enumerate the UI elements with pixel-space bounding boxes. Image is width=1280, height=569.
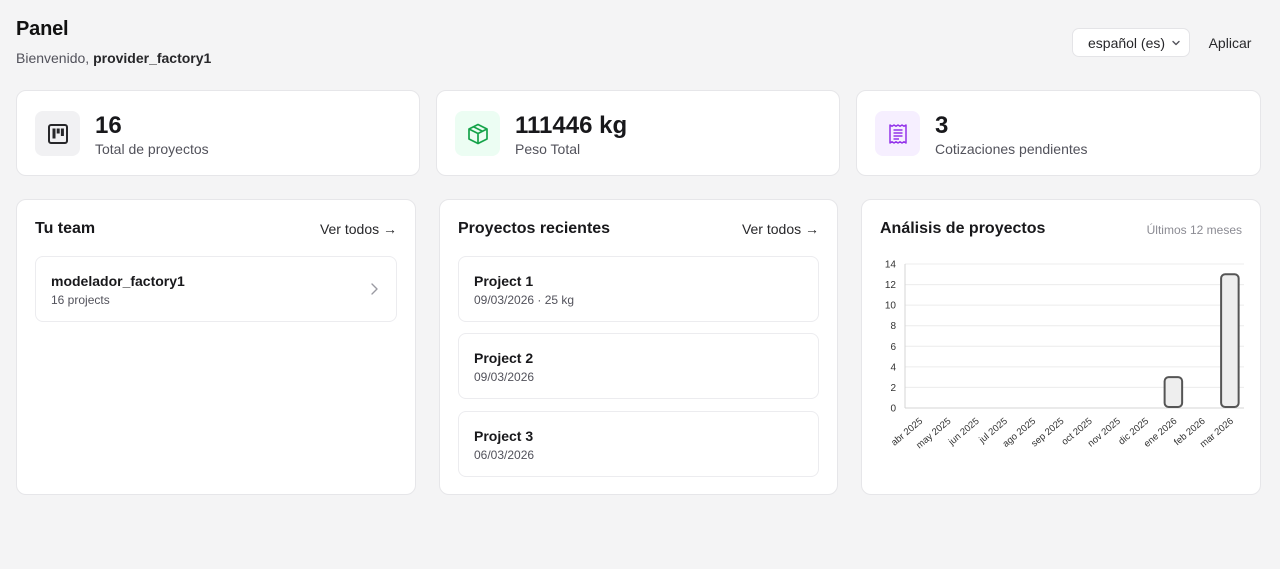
welcome-prefix: Bienvenido, (16, 50, 94, 66)
stat-value: 3 (935, 112, 949, 139)
recent-projects-card: Proyectos recientes Ver todos → Project … (439, 199, 838, 495)
y-tick-label: 0 (890, 404, 896, 415)
y-tick-label: 8 (890, 321, 896, 332)
stat-value: 16 (95, 112, 122, 139)
view-all-projects-link[interactable]: Ver todos → (742, 221, 819, 237)
project-name: Project 3 (474, 428, 534, 444)
page-header: Panel Bienvenido, provider_factory1 (16, 18, 211, 66)
card-title: Tu team (35, 220, 96, 237)
project-meta: 09/03/2026 (474, 370, 535, 384)
y-tick-label: 6 (890, 342, 896, 353)
projects-bar-chart: 02468101214abr 2025may 2025jun 2025jul 2… (885, 260, 1244, 451)
y-tick-label: 10 (885, 301, 897, 312)
stat-card-weight: 111446 kg Peso Total (436, 90, 840, 176)
member-name: modelador_factory1 (51, 273, 185, 289)
stat-card-projects: 16 Total de proyectos (16, 90, 420, 176)
x-tick-label: jun 2025 (946, 416, 982, 449)
member-projects: 16 projects (51, 293, 110, 307)
chevron-right-icon (371, 283, 378, 295)
y-tick-label: 12 (885, 280, 897, 291)
project-meta: 06/03/2026 (474, 448, 535, 462)
board-icon (47, 123, 68, 144)
box-icon (467, 123, 488, 144)
stat-value: 111446 kg (515, 112, 628, 139)
team-member-row[interactable]: modelador_factory1 16 projects (35, 256, 397, 322)
welcome-text: Bienvenido, provider_factory1 (16, 50, 211, 66)
project-row[interactable]: Project 2 09/03/2026 (458, 333, 819, 399)
username: provider_factory1 (93, 50, 212, 66)
stat-label: Total de proyectos (95, 141, 209, 157)
y-tick-label: 2 (890, 383, 896, 394)
chart-bar (1163, 376, 1184, 409)
project-name: Project 2 (474, 350, 534, 366)
language-select[interactable]: español (es) (1072, 28, 1190, 57)
y-tick-label: 14 (885, 260, 897, 271)
language-selected: español (es) (1088, 34, 1166, 51)
y-tick-label: 4 (890, 362, 896, 373)
receipt-icon (888, 123, 907, 144)
stat-label: Peso Total (515, 141, 581, 157)
stat-label: Cotizaciones pendientes (935, 141, 1088, 157)
stat-icon-wrap (35, 111, 80, 156)
project-meta: 09/03/2026 · 25 kg (474, 293, 575, 307)
range-label: Últimos 12 meses (1146, 223, 1242, 237)
stat-icon-wrap (455, 111, 500, 156)
stat-card-quotes: 3 Cotizaciones pendientes (856, 90, 1261, 176)
stat-icon-wrap (875, 111, 920, 156)
chart-bar (1220, 273, 1240, 408)
team-card: Tu team Ver todos → modelador_factory1 1… (16, 199, 416, 495)
project-row[interactable]: Project 1 09/03/2026 · 25 kg (458, 256, 819, 322)
card-title: Proyectos recientes (458, 220, 611, 237)
card-title: Análisis de proyectos (880, 220, 1046, 237)
view-all-team-link[interactable]: Ver todos → (320, 221, 397, 237)
chevron-down-icon (1172, 40, 1180, 46)
apply-button[interactable]: Aplicar (1199, 28, 1261, 57)
analysis-card: Análisis de proyectos Últimos 12 meses 0… (861, 199, 1261, 495)
project-name: Project 1 (474, 273, 534, 289)
page-title: Panel (16, 18, 69, 40)
project-row[interactable]: Project 3 06/03/2026 (458, 411, 819, 477)
